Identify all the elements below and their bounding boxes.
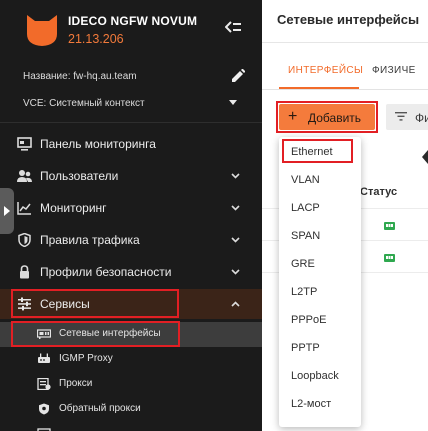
menu-item-lacp[interactable]: LACP	[279, 194, 361, 222]
users-icon	[17, 170, 32, 182]
add-button-label: Добавить	[308, 111, 362, 125]
menu-item-label: VLAN	[291, 174, 320, 186]
subnav-item-network-interfaces[interactable]: Сетевые интерфейсы	[0, 322, 262, 347]
proxy-icon	[37, 378, 51, 390]
subnav-item-vpn[interactable]	[0, 422, 262, 431]
page-title: Сетевые интерфейсы	[277, 12, 420, 27]
tab-interfaces[interactable]: ИНТЕРФЕЙСЫ	[288, 65, 363, 76]
chevron-down-icon	[231, 173, 240, 179]
menu-item-loopback[interactable]: Loopback	[279, 362, 361, 390]
column-header-status: Статус	[360, 186, 398, 198]
menu-item-label: L2-мост	[291, 398, 332, 410]
menu-item-label: LACP	[291, 202, 320, 214]
subnav-item-igmp-proxy[interactable]: IGMP Proxy	[0, 347, 262, 372]
sidebar: IDECO NGFW NOVUM 21.13.206 Название: fw-…	[0, 0, 262, 431]
app-name: IDECO NGFW NOVUM	[68, 14, 198, 28]
menu-item-label: Ethernet	[291, 146, 333, 158]
nav-label: Мониторинг	[40, 201, 107, 215]
sidebar-resize-handle[interactable]	[0, 188, 14, 234]
status-ok-icon	[384, 222, 395, 230]
nav-label: Правила трафика	[40, 233, 140, 247]
shield-small-icon	[39, 403, 49, 415]
nav-item-monitoring[interactable]: Мониторинг	[0, 193, 262, 223]
chart-line-icon	[17, 202, 31, 215]
caret-down-icon[interactable]	[229, 100, 237, 105]
menu-item-l2-bridge[interactable]: L2-мост	[279, 390, 361, 418]
menu-item-gre[interactable]: GRE	[279, 250, 361, 278]
subnav-item-proxy[interactable]: Прокси	[0, 372, 262, 397]
collapse-sidebar-icon[interactable]	[225, 20, 241, 34]
sliders-icon	[18, 297, 31, 311]
nav-item-security-profiles[interactable]: Профили безопасности	[0, 257, 262, 287]
sidebar-divider	[0, 122, 262, 123]
filter-button-label: Фи	[415, 111, 428, 125]
nav-item-services[interactable]: Сервисы	[0, 289, 262, 319]
chevron-up-icon	[231, 301, 240, 307]
menu-item-label: GRE	[291, 258, 315, 270]
network-card-icon	[37, 329, 51, 339]
subnav-label: Сетевые интерфейсы	[59, 328, 161, 339]
nav-item-dashboard[interactable]: Панель мониторинга	[0, 129, 262, 159]
vce-selector[interactable]: VCE: Системный контекст	[23, 98, 145, 109]
menu-item-label: PPTP	[291, 342, 320, 354]
tab-physical[interactable]: ФИЗИЧЕ	[372, 65, 416, 76]
subnav-label: Обратный прокси	[59, 403, 141, 414]
menu-item-span[interactable]: SPAN	[279, 222, 361, 250]
chevron-down-icon	[231, 237, 240, 243]
ideco-logo-icon	[27, 15, 57, 46]
chevron-down-icon	[231, 269, 240, 275]
nav-label: Профили безопасности	[40, 265, 172, 279]
app-version: 21.13.206	[68, 32, 124, 46]
nav-label: Панель мониторинга	[40, 137, 156, 151]
menu-item-pppoe[interactable]: PPPoE	[279, 306, 361, 334]
shield-icon	[18, 233, 31, 247]
pencil-icon[interactable]	[231, 69, 245, 83]
tabs-divider	[262, 89, 428, 90]
filter-icon	[395, 112, 407, 121]
lock-icon	[20, 265, 29, 279]
status-ok-icon	[384, 254, 395, 262]
menu-item-pptp[interactable]: PPTP	[279, 334, 361, 362]
subnav-label: Прокси	[59, 378, 93, 389]
monitor-icon	[17, 137, 32, 151]
nav-label: Сервисы	[40, 297, 90, 311]
menu-item-vlan[interactable]: VLAN	[279, 166, 361, 194]
chevron-down-icon	[231, 205, 240, 211]
menu-item-label: PPPoE	[291, 314, 327, 326]
subnav-label: IGMP Proxy	[59, 353, 113, 364]
nav-item-traffic-rules[interactable]: Правила трафика	[0, 225, 262, 255]
nav-label: Пользователи	[40, 169, 119, 183]
server-name: Название: fw-hq.au.team	[23, 71, 137, 82]
router-icon	[38, 353, 50, 363]
nav-item-users[interactable]: Пользователи	[0, 161, 262, 191]
menu-item-label: SPAN	[291, 230, 321, 242]
add-interface-menu: Ethernet VLAN LACP SPAN GRE L2TP PPPoE P…	[279, 137, 361, 427]
add-button[interactable]: + Добавить	[279, 104, 375, 130]
plus-icon: +	[288, 108, 298, 125]
play-icon	[4, 206, 10, 216]
menu-item-l2tp[interactable]: L2TP	[279, 278, 361, 306]
title-divider	[262, 42, 428, 43]
menu-item-label: Loopback	[291, 370, 339, 382]
menu-item-ethernet[interactable]: Ethernet	[279, 138, 361, 166]
filter-button[interactable]: Фи	[386, 104, 428, 130]
menu-item-label: L2TP	[291, 286, 318, 298]
scroll-right-icon[interactable]	[422, 150, 428, 164]
subnav-item-reverse-proxy[interactable]: Обратный прокси	[0, 397, 262, 422]
